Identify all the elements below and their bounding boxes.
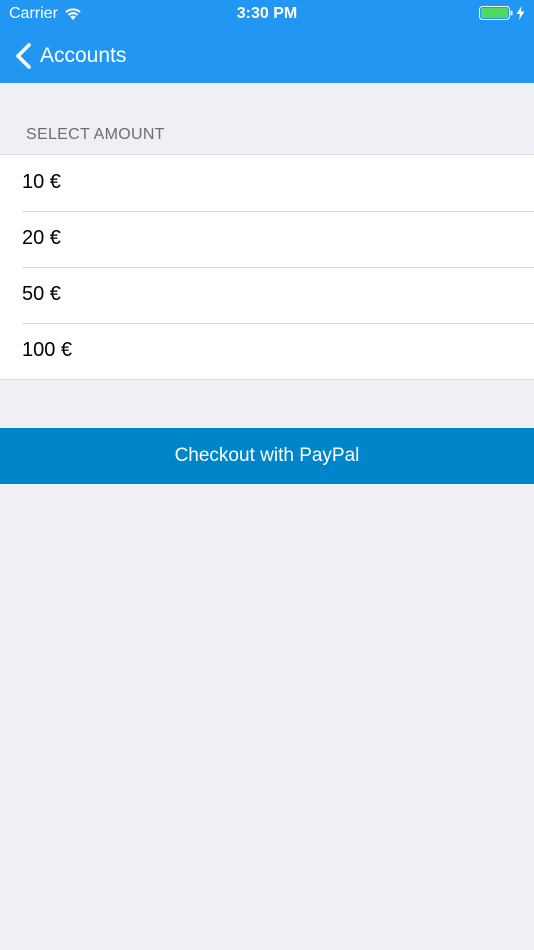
amount-label: 20 € [22, 227, 61, 249]
app-header: Carrier 3:30 PM Accounts [0, 0, 534, 83]
back-label: Accounts [40, 43, 127, 67]
amount-list: 10 € 20 € 50 € 100 € [0, 154, 534, 380]
amount-option-100[interactable]: 100 € [0, 323, 534, 379]
battery-indicator [479, 6, 525, 20]
bolt-icon [516, 6, 525, 20]
amount-label: 50 € [22, 283, 61, 305]
navigation-bar: Accounts [0, 28, 534, 83]
battery-icon [479, 6, 513, 20]
chevron-left-icon [14, 42, 32, 70]
amount-label: 100 € [22, 339, 73, 361]
amount-option-20[interactable]: 20 € [0, 211, 534, 267]
section-header: SELECT AMOUNT [26, 126, 165, 143]
amount-label: 10 € [22, 171, 61, 193]
amount-option-50[interactable]: 50 € [0, 267, 534, 323]
checkout-paypal-button[interactable]: Checkout with PayPal [0, 428, 534, 484]
status-bar: Carrier 3:30 PM [0, 0, 534, 28]
back-button[interactable]: Accounts [14, 28, 126, 83]
amount-option-10[interactable]: 10 € [0, 155, 534, 211]
status-time: 3:30 PM [236, 5, 298, 22]
